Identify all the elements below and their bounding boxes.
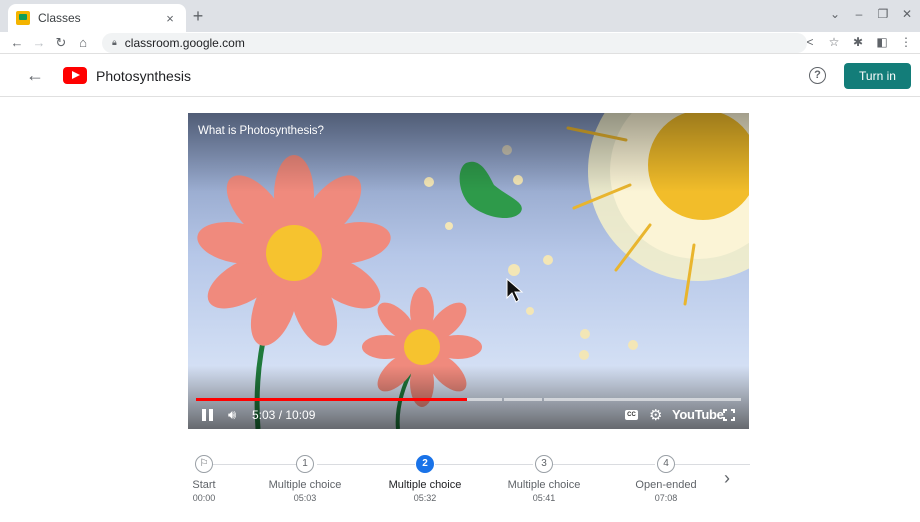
extensions-puzzle-icon[interactable]: ✱ [850,35,866,49]
page-title: Photosynthesis [96,68,191,84]
side-panel-icon[interactable]: ◧ [874,35,890,49]
turn-in-button[interactable]: Turn in [844,63,911,89]
video-time: 5:03 / 10:09 [252,408,316,422]
question-stepper: ⚐ Start 00:00 1 Multiple choice 05:03 2 … [190,455,750,515]
back-nav-icon[interactable]: ← [6,35,28,50]
step-marker: 3 [535,455,553,473]
address-bar[interactable]: 🔒︎ classroom.google.com [102,32,807,53]
video-title: What is Photosynthesis? [198,125,324,137]
back-arrow-icon[interactable]: ← [26,65,44,86]
video-controls: 🔊︎ 5:03 / 10:09 CC ⚙ YouTube [188,403,749,429]
step-1[interactable]: 1 Multiple choice 05:03 [255,455,355,503]
video-frame-illustration [188,113,749,429]
chevron-right-icon[interactable]: › [724,468,730,489]
captions-icon[interactable]: CC [625,410,638,420]
step-marker: 4 [657,455,675,473]
browser-tab-strip: Classes × + ⌄ – ❐ ✕ [0,0,920,32]
tab-search-icon[interactable]: ⌄ [828,7,842,21]
mouse-cursor-icon [506,278,524,303]
step-marker: 2 [416,455,434,473]
browser-toolbar: ← → ↻ ⌂ 🔒︎ classroom.google.com < ☆ ✱ ◧ … [0,32,920,54]
step-marker: 1 [296,455,314,473]
video-player[interactable]: What is Photosynthesis? 🔊︎ 5:03 / 10:09 … [188,113,749,429]
step-2[interactable]: 2 Multiple choice 05:32 [375,455,475,503]
pause-icon[interactable] [202,409,214,421]
step-time: 05:32 [413,493,437,503]
share-icon[interactable]: < [802,35,818,49]
browser-menu-icon[interactable]: ⋮ [898,35,914,49]
classroom-favicon-icon [16,11,30,25]
progress-played [196,398,467,401]
step-time: 05:41 [532,493,556,503]
volume-icon[interactable]: 🔊︎ [228,407,236,423]
step-label: Multiple choice [507,479,581,491]
new-tab-button[interactable]: + [188,6,208,27]
help-icon[interactable]: ? [809,67,826,84]
minimize-icon[interactable]: – [852,7,866,21]
lock-icon[interactable]: 🔒︎ [112,37,117,48]
step-label: Multiple choice [388,479,462,491]
step-4[interactable]: 4 Open-ended 07:08 [616,455,716,503]
fullscreen-icon[interactable] [723,409,735,421]
tab-title: Classes [38,11,81,25]
restore-icon[interactable]: ❐ [876,7,890,21]
app-header: ← Photosynthesis ? Turn in [0,55,920,97]
toolbar-actions: < ☆ ✱ ◧ ⋮ [802,35,914,49]
url-text: classroom.google.com [124,35,245,50]
browser-tab[interactable]: Classes × [8,4,186,32]
youtube-wordmark[interactable]: YouTube [672,407,724,422]
bookmark-star-icon[interactable]: ☆ [826,35,842,49]
reload-icon[interactable]: ↻ [50,35,72,51]
forward-nav-icon[interactable]: → [28,35,50,50]
home-icon[interactable]: ⌂ [72,35,94,50]
settings-gear-icon[interactable]: ⚙ [649,406,662,424]
tab-close-icon[interactable]: × [162,11,178,26]
step-time: 07:08 [654,493,678,503]
window-controls: ⌄ – ❐ ✕ [828,7,914,21]
close-window-icon[interactable]: ✕ [900,7,914,21]
youtube-logo-icon [63,67,87,84]
step-time: 00:00 [192,493,216,503]
step-time: 05:03 [293,493,317,503]
step-label: Open-ended [635,479,697,491]
step-3[interactable]: 3 Multiple choice 05:41 [494,455,594,503]
step-label: Multiple choice [268,479,342,491]
video-progress-bar[interactable] [196,398,741,401]
step-start[interactable]: ⚐ Start 00:00 [154,455,254,503]
flag-icon: ⚐ [195,455,213,473]
step-label: Start [192,479,216,491]
